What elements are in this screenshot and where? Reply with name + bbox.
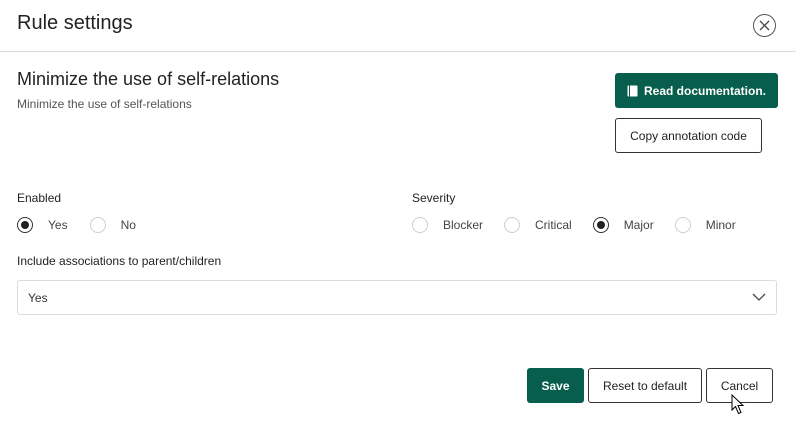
associations-select[interactable]: Yes — [17, 280, 777, 315]
severity-critical-label: Critical — [535, 218, 572, 232]
enabled-no-radio[interactable] — [89, 217, 106, 233]
cancel-button[interactable]: Cancel — [706, 368, 773, 403]
enabled-yes-radio[interactable] — [17, 217, 33, 233]
copy-annotation-code-button[interactable]: Copy annotation code — [615, 118, 762, 153]
severity-minor-label: Minor — [705, 218, 736, 232]
severity-option-blocker[interactable]: Blocker — [412, 217, 483, 233]
enabled-no-label: No — [120, 218, 136, 232]
severity-option-major[interactable]: Major — [592, 217, 654, 233]
enabled-option-yes[interactable]: Yes — [17, 217, 68, 233]
severity-major-radio[interactable] — [592, 217, 609, 233]
chevron-down-icon — [752, 293, 766, 301]
enabled-yes-label: Yes — [48, 218, 68, 232]
severity-critical-radio[interactable] — [504, 217, 521, 233]
book-icon — [627, 85, 638, 96]
severity-major-label: Major — [623, 218, 654, 232]
severity-minor-radio[interactable] — [674, 217, 691, 233]
read-documentation-button[interactable]: Read documentation. — [615, 73, 778, 108]
associations-label: Include associations to parent/children — [17, 254, 222, 268]
enabled-label: Enabled — [17, 191, 62, 205]
severity-option-critical[interactable]: Critical — [504, 217, 572, 233]
severity-blocker-radio[interactable] — [412, 217, 428, 233]
severity-blocker-label: Blocker — [443, 218, 484, 232]
dialog-title: Rule settings — [17, 12, 133, 34]
save-button[interactable]: Save — [527, 368, 584, 403]
enabled-radio-group: Yes No — [17, 217, 136, 233]
rule-description: Minimize the use of self-relations — [17, 97, 192, 111]
associations-select-value: Yes — [28, 291, 48, 305]
read-documentation-label: Read documentation. — [643, 83, 766, 98]
dialog-header: Rule settings — [0, 0, 796, 52]
close-icon — [759, 20, 770, 31]
enabled-option-no[interactable]: No — [89, 217, 136, 233]
close-button[interactable] — [753, 14, 776, 37]
rule-name: Minimize the use of self-relations — [17, 69, 280, 89]
severity-label: Severity — [412, 191, 456, 205]
severity-option-minor[interactable]: Minor — [674, 217, 736, 233]
severity-radio-group: Blocker Critical Major Minor — [412, 217, 736, 233]
reset-to-default-button[interactable]: Reset to default — [588, 368, 702, 403]
